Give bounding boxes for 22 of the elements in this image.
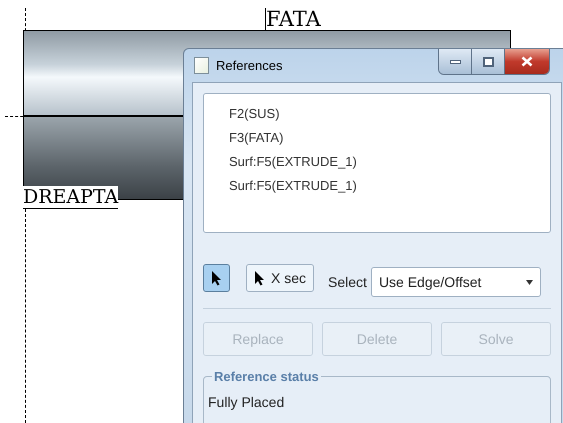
- reference-item[interactable]: Surf:F5(EXTRUDE_1): [229, 153, 550, 171]
- reference-item[interactable]: F3(FATA): [229, 129, 550, 147]
- face-label: DREAPTA: [23, 186, 118, 209]
- status-text: Fully Placed: [208, 394, 284, 410]
- minimize-button[interactable]: [439, 49, 472, 74]
- maximize-button[interactable]: [472, 49, 505, 74]
- reference-item[interactable]: F2(SUS): [229, 105, 550, 123]
- select-label: Select: [328, 272, 367, 292]
- dropdown-arrow-icon: [526, 280, 533, 284]
- pointer-icon: [211, 270, 222, 286]
- reference-item[interactable]: Surf:F5(EXTRUDE_1): [229, 177, 550, 195]
- pick-toggle-button[interactable]: [203, 264, 230, 292]
- xsec-toggle-button[interactable]: X sec: [246, 264, 314, 292]
- window-title: References: [216, 56, 282, 75]
- pointer-icon: [254, 270, 265, 286]
- close-icon: [521, 56, 533, 67]
- face-label: FATA: [265, 8, 321, 30]
- select-dropdown[interactable]: Use Edge/Offset: [370, 267, 541, 297]
- window-icon: [194, 57, 209, 74]
- minimize-icon: [450, 60, 460, 64]
- maximize-icon: [482, 56, 494, 66]
- close-button[interactable]: [505, 49, 549, 74]
